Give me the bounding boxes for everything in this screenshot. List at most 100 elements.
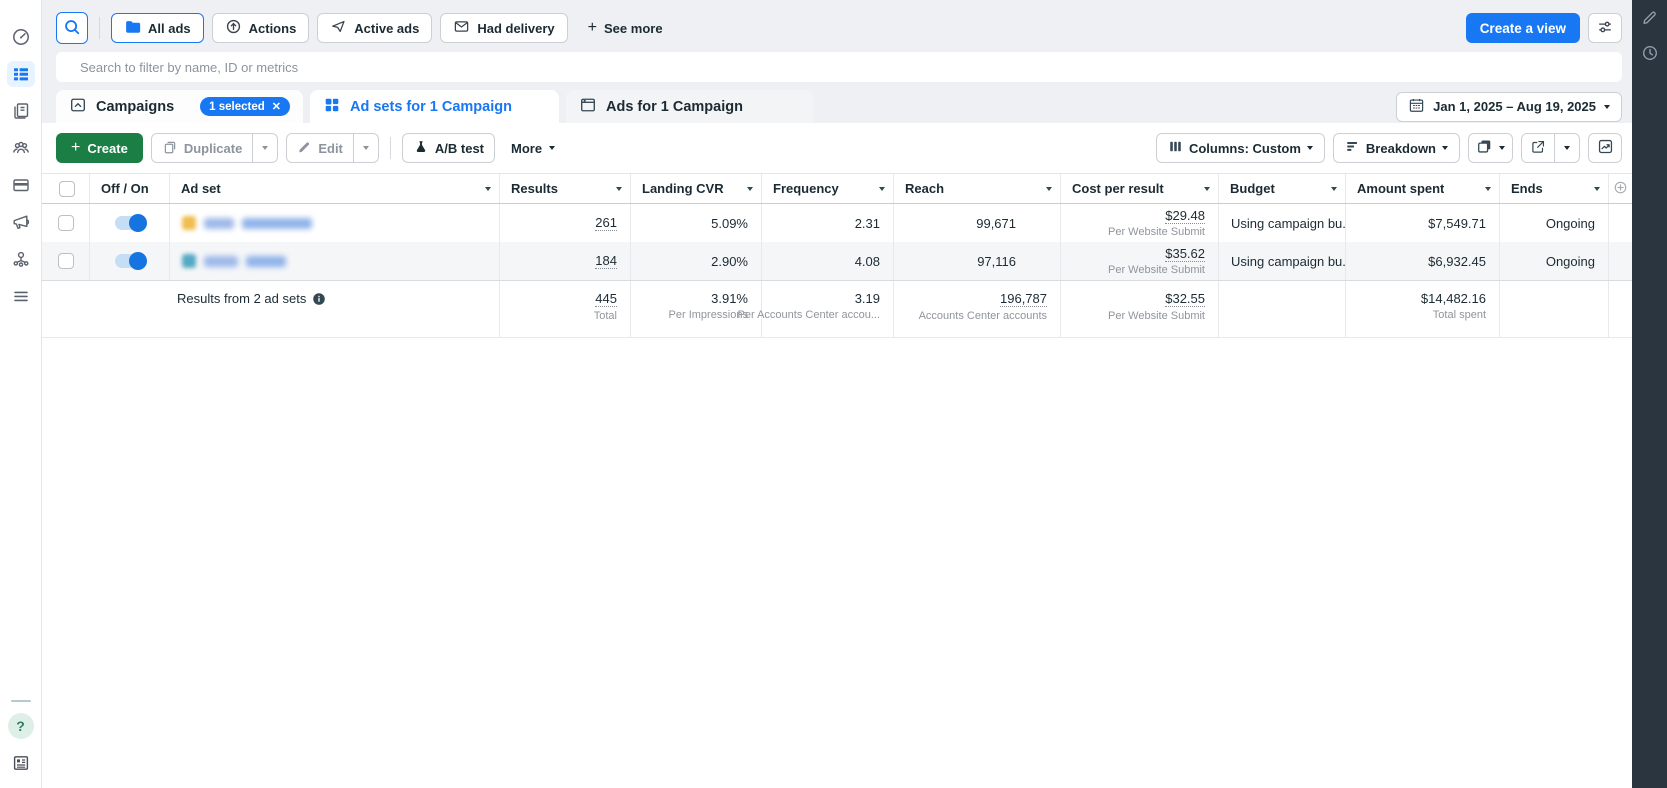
- header-landing-cvr[interactable]: Landing CVR: [631, 174, 762, 203]
- cost-value[interactable]: $35.62: [1165, 246, 1205, 262]
- chart-trend-icon: [1597, 138, 1614, 158]
- header-amount-spent[interactable]: Amount spent: [1346, 174, 1500, 203]
- copy-icon: [162, 139, 178, 158]
- sort-caret-icon: [1046, 186, 1052, 191]
- main-content: All ads Actions Active ads Had delivery: [42, 0, 1632, 788]
- export-button[interactable]: [1522, 134, 1554, 162]
- more-label: More: [511, 140, 543, 156]
- filter-chip-active-ads[interactable]: Active ads: [317, 13, 433, 43]
- ab-test-button[interactable]: A/B test: [401, 133, 496, 163]
- left-nav-rail: ?: [0, 0, 42, 788]
- summary-frequency-cell: 3.19 Per Accounts Center accou...: [738, 281, 894, 337]
- landing-cvr-value: 5.09%: [711, 215, 748, 231]
- see-more-button[interactable]: + See more: [576, 13, 675, 43]
- summary-cost-value[interactable]: $32.55: [1165, 291, 1205, 307]
- redacted-name-segment: [242, 217, 312, 229]
- sort-caret-icon: [747, 186, 753, 191]
- table-row: 184 2.90% 4.08 97,116 $35.62 Per Website…: [42, 242, 1632, 280]
- tab-label: Ad sets for 1 Campaign: [350, 98, 512, 115]
- chevron-down-icon: [1604, 104, 1610, 109]
- sort-caret-icon: [1594, 186, 1600, 191]
- ad-set-name-cell[interactable]: [170, 242, 500, 280]
- charts-button[interactable]: [1588, 133, 1622, 163]
- breakdown-label: Breakdown: [1365, 140, 1436, 156]
- create-button[interactable]: + Create: [56, 133, 143, 163]
- off-on-toggle[interactable]: [114, 214, 147, 232]
- row-select-cell: [42, 204, 90, 242]
- export-dropdown[interactable]: [1554, 134, 1579, 162]
- folder-icon: [124, 18, 141, 38]
- cost-per-result-cell: $29.48 Per Website Submit: [1061, 204, 1219, 242]
- updates-newspaper-icon[interactable]: [7, 750, 35, 776]
- cost-value[interactable]: $29.48: [1165, 208, 1205, 224]
- duplicate-dropdown[interactable]: [252, 134, 277, 162]
- off-on-toggle[interactable]: [114, 252, 147, 270]
- info-icon[interactable]: [312, 292, 326, 309]
- amount-spent-value: $6,932.45: [1428, 253, 1486, 269]
- reports-button[interactable]: [1468, 133, 1513, 163]
- tab-ad-sets[interactable]: Ad sets for 1 Campaign: [310, 90, 559, 123]
- summary-reach-sub: Accounts Center accounts: [918, 310, 1047, 322]
- help-button[interactable]: ?: [7, 713, 34, 739]
- menu-lines-icon[interactable]: [7, 283, 35, 309]
- summary-label: Results from 2 ad sets: [177, 291, 307, 306]
- filter-chip-label: All ads: [148, 20, 191, 36]
- grid-icon: [323, 96, 341, 118]
- edit-dropdown[interactable]: [352, 134, 378, 162]
- row-checkbox[interactable]: [57, 253, 74, 269]
- view-settings-button[interactable]: [1588, 13, 1622, 43]
- header-reach[interactable]: Reach: [894, 174, 1061, 203]
- header-ad-set[interactable]: Ad set: [170, 174, 500, 203]
- duplicate-button[interactable]: Duplicate: [152, 134, 253, 162]
- close-icon[interactable]: ✕: [272, 100, 281, 113]
- overview-gauge-icon[interactable]: [7, 24, 35, 50]
- breakdown-button[interactable]: Breakdown: [1332, 133, 1460, 163]
- columns-button[interactable]: Columns: Custom: [1155, 133, 1325, 163]
- pages-icon[interactable]: [7, 98, 35, 124]
- filter-chip-actions[interactable]: Actions: [211, 13, 310, 43]
- megaphone-icon[interactable]: [7, 209, 35, 235]
- row-checkbox[interactable]: [57, 215, 74, 231]
- results-value[interactable]: 261: [595, 215, 617, 231]
- row-toggle-cell: [90, 242, 170, 280]
- edit-button[interactable]: Edit: [287, 134, 353, 162]
- tab-label: Ads for 1 Campaign: [606, 98, 743, 115]
- filter-toolbar: All ads Actions Active ads Had delivery: [42, 0, 1632, 52]
- chevron-down-icon: [1306, 146, 1313, 150]
- header-results[interactable]: Results: [500, 174, 631, 203]
- ends-cell: Ongoing: [1500, 242, 1609, 280]
- history-clock-icon[interactable]: [1641, 44, 1659, 62]
- header-budget[interactable]: Budget: [1219, 174, 1346, 203]
- tab-ads[interactable]: Ads for 1 Campaign: [566, 90, 813, 123]
- filter-chip-all-ads[interactable]: All ads: [111, 13, 204, 43]
- filter-chip-had-delivery[interactable]: Had delivery: [440, 13, 568, 43]
- header-frequency[interactable]: Frequency: [762, 174, 894, 203]
- frequency-value: 2.31: [854, 215, 880, 231]
- header-cost-per-result[interactable]: Cost per result: [1061, 174, 1219, 203]
- business-network-icon[interactable]: [7, 246, 35, 272]
- actions-toolbar: + Create Duplicate Edit A/B test More Co…: [42, 123, 1632, 173]
- ad-set-name-cell[interactable]: [170, 204, 500, 242]
- create-a-view-button[interactable]: Create a view: [1465, 13, 1580, 43]
- date-range-picker[interactable]: Jan 1, 2025 – Aug 19, 2025: [1396, 91, 1622, 122]
- summary-reach-value[interactable]: 196,787: [1000, 291, 1047, 307]
- audiences-icon[interactable]: [7, 135, 35, 161]
- add-column-button[interactable]: [1609, 174, 1632, 203]
- search-toggle-button[interactable]: [56, 12, 88, 44]
- header-off-on[interactable]: Off / On: [90, 174, 170, 203]
- search-input[interactable]: [56, 52, 1622, 82]
- campaigns-table-icon[interactable]: [6, 61, 35, 87]
- header-ends[interactable]: Ends: [1500, 174, 1609, 203]
- results-value[interactable]: 184: [595, 253, 617, 269]
- billing-card-icon[interactable]: [7, 172, 35, 198]
- select-all-checkbox[interactable]: [59, 180, 75, 197]
- summary-results-value[interactable]: 445: [595, 291, 617, 307]
- tab-campaigns[interactable]: Campaigns 1 selected ✕: [56, 90, 303, 123]
- ends-value: Ongoing: [1545, 215, 1595, 231]
- more-button[interactable]: More: [503, 133, 563, 163]
- reach-cell: 99,671: [894, 204, 1061, 242]
- cost-sub-label: Per Website Submit: [1107, 226, 1205, 238]
- chevron-down-icon: [362, 146, 369, 150]
- columns-icon: [1168, 139, 1183, 157]
- edit-pencil-icon[interactable]: [1641, 8, 1659, 26]
